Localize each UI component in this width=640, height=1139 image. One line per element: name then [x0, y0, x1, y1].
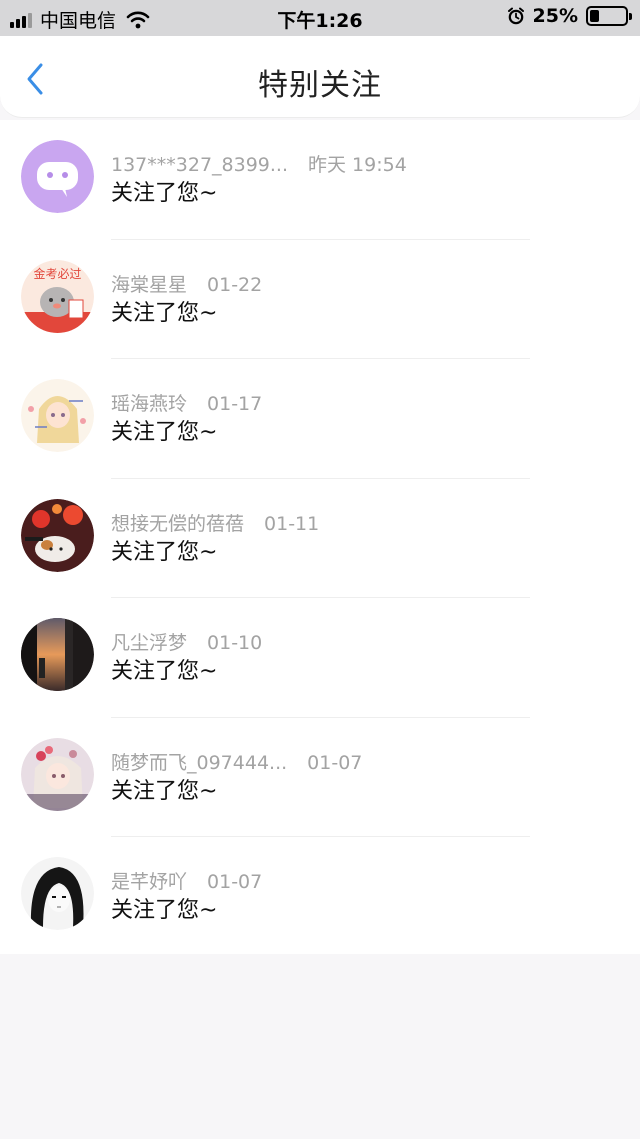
avatar[interactable]	[21, 857, 94, 930]
status-bar: 中国电信 下午1:26 25%	[0, 0, 640, 36]
notification-text: 关注了您~	[111, 181, 218, 206]
battery-fill	[590, 10, 599, 22]
user-name[interactable]: 瑶海燕玲	[111, 389, 187, 416]
svg-text:金考必过: 金考必过	[33, 266, 81, 281]
avatar[interactable]	[21, 618, 94, 691]
user-name[interactable]: 想接无偿的蓓蓓	[111, 509, 244, 536]
battery-percentage: 25%	[532, 5, 578, 27]
list-item[interactable]: 金考必过 海棠星星 01-22 关注了您~	[0, 240, 640, 359]
avatar[interactable]	[21, 379, 94, 452]
avatar[interactable]	[21, 498, 94, 572]
item-meta: 137***327_8399... 昨天 19:54	[111, 150, 407, 177]
timestamp: 01-07	[207, 871, 263, 893]
user-name[interactable]: 是芊妤吖	[111, 867, 187, 894]
user-name[interactable]: 随梦而飞_097444...	[111, 748, 287, 775]
timestamp: 昨天 19:54	[308, 154, 407, 176]
notification-text: 关注了您~	[111, 300, 218, 326]
cartoon-cat-avatar-image: 金考必过	[21, 259, 94, 333]
timestamp: 01-22	[207, 273, 263, 296]
user-name[interactable]: 海棠星星	[111, 270, 187, 297]
list-item[interactable]: 想接无偿的蓓蓓 01-11 关注了您~	[0, 479, 640, 598]
user-name[interactable]: 凡尘浮梦	[111, 628, 187, 655]
follow-list: 137***327_8399... 昨天 19:54 关注了您~ 金考必过 海棠…	[0, 120, 640, 954]
item-meta: 随梦而飞_097444... 01-07	[111, 748, 362, 775]
chat-bubble-icon	[21, 140, 94, 213]
timestamp: 01-17	[207, 393, 263, 415]
anime-girl-avatar-image	[21, 379, 94, 452]
status-right: 25%	[507, 5, 632, 27]
list-item[interactable]: 凡尘浮梦 01-10 关注了您~	[0, 598, 640, 718]
flower-girl-avatar-image	[21, 737, 94, 811]
item-meta: 瑶海燕玲 01-17	[111, 389, 262, 416]
avatar[interactable]	[21, 140, 94, 213]
timestamp: 01-10	[207, 632, 263, 654]
notification-text: 关注了您~	[111, 778, 218, 804]
page-title: 特别关注	[258, 68, 382, 103]
lantern-cat-avatar-image	[21, 498, 94, 572]
notification-text: 关注了您~	[111, 898, 218, 923]
timestamp: 01-07	[307, 751, 363, 774]
battery-icon	[586, 6, 632, 26]
notification-text: 关注了您~	[111, 420, 218, 445]
item-meta: 凡尘浮梦 01-10	[111, 628, 262, 655]
item-meta: 是芊妤吖 01-07	[111, 867, 262, 894]
item-meta: 海棠星星 01-22	[111, 270, 262, 297]
user-name[interactable]: 137***327_8399...	[111, 154, 288, 176]
avatar[interactable]	[21, 737, 94, 811]
timestamp: 01-11	[264, 512, 320, 535]
sunset-window-avatar-image	[21, 618, 94, 691]
list-item[interactable]: 是芊妤吖 01-07 关注了您~	[0, 837, 640, 957]
list-item[interactable]: 随梦而飞_097444... 01-07 关注了您~	[0, 718, 640, 837]
manga-girl-avatar-image	[21, 857, 94, 930]
notification-text: 关注了您~	[111, 539, 218, 565]
list-item[interactable]: 137***327_8399... 昨天 19:54 关注了您~	[0, 120, 640, 240]
avatar[interactable]: 金考必过	[21, 259, 94, 333]
item-meta: 想接无偿的蓓蓓 01-11	[111, 509, 319, 536]
list-item[interactable]: 瑶海燕玲 01-17 关注了您~	[0, 359, 640, 479]
alarm-icon	[507, 7, 525, 25]
notification-text: 关注了您~	[111, 659, 218, 684]
nav-bar: 特别关注	[0, 36, 640, 118]
